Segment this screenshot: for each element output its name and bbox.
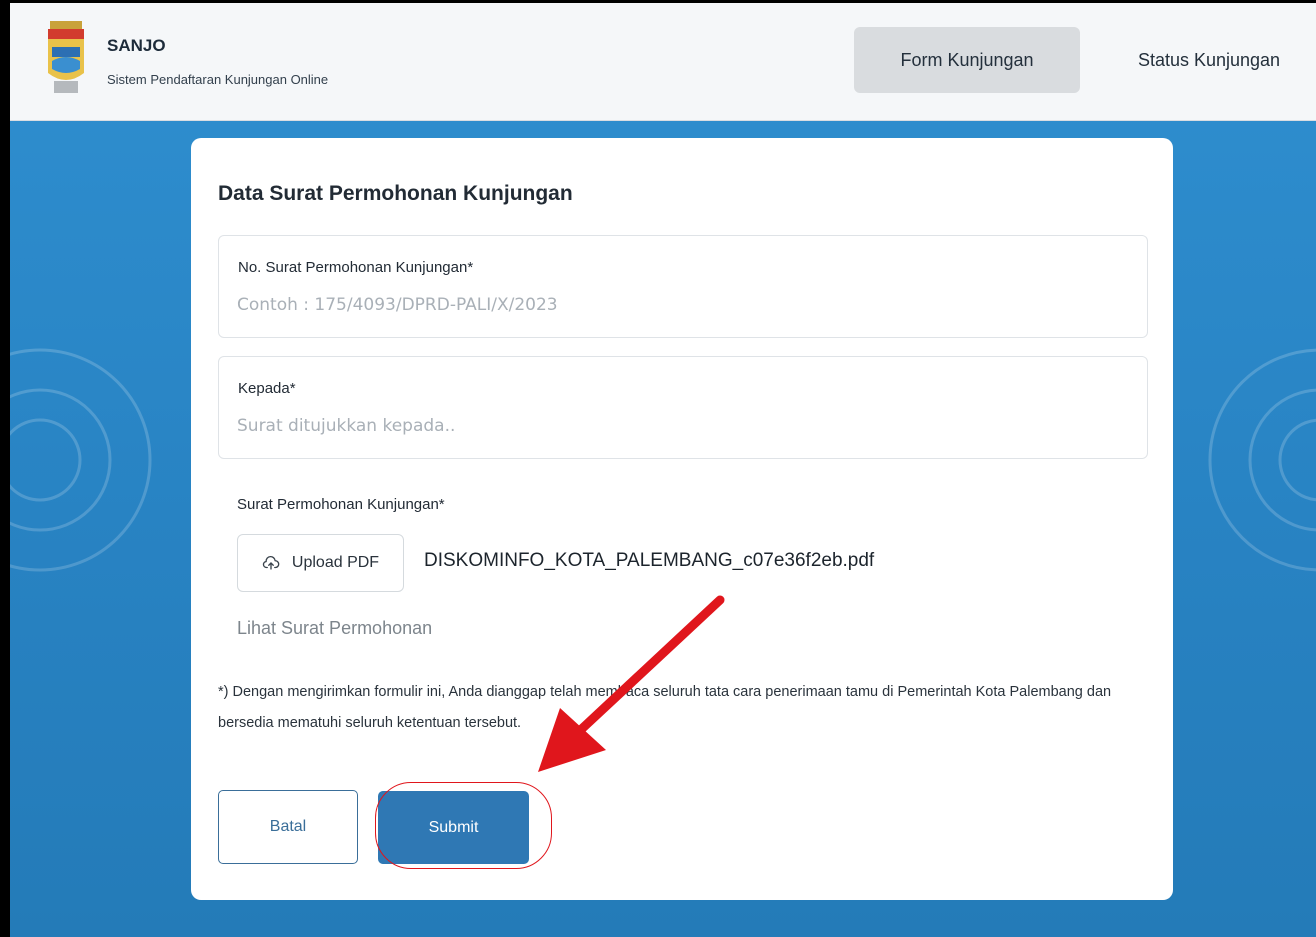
submit-button[interactable]: Submit bbox=[378, 791, 529, 864]
city-emblem-logo bbox=[44, 17, 88, 107]
kepada-input[interactable] bbox=[237, 411, 1117, 441]
upload-label: Surat Permohonan Kunjungan* bbox=[237, 496, 445, 513]
top-header: SANJO Sistem Pendaftaran Kunjungan Onlin… bbox=[10, 3, 1316, 121]
nav-form-kunjungan[interactable]: Form Kunjungan bbox=[854, 27, 1080, 93]
ornament-right bbox=[1208, 348, 1316, 572]
form-card: Data Surat Permohonan Kunjungan No. Sura… bbox=[191, 138, 1173, 900]
brand-title: SANJO bbox=[107, 36, 166, 55]
nav-status-kunjungan[interactable]: Status Kunjungan bbox=[1114, 27, 1304, 93]
no-surat-input[interactable] bbox=[237, 290, 1117, 320]
cancel-button[interactable]: Batal bbox=[218, 790, 358, 864]
upload-pdf-label: Upload PDF bbox=[291, 554, 380, 571]
cloud-upload-icon bbox=[262, 555, 280, 570]
ornament-left bbox=[0, 348, 152, 572]
kepada-field: Kepada* bbox=[218, 356, 1148, 459]
form-title: Data Surat Permohonan Kunjungan bbox=[218, 182, 573, 205]
kepada-label: Kepada* bbox=[238, 380, 296, 397]
disclaimer-text: *) Dengan mengirimkan formulir ini, Anda… bbox=[218, 684, 1112, 731]
no-surat-label: No. Surat Permohonan Kunjungan* bbox=[238, 259, 474, 276]
uploaded-file-name: DISKOMINFO_KOTA_PALEMBANG_c07e36f2eb.pdf bbox=[424, 550, 875, 571]
upload-pdf-button[interactable]: Upload PDF bbox=[237, 534, 404, 592]
brand-subtitle: Sistem Pendaftaran Kunjungan Online bbox=[107, 72, 329, 87]
no-surat-field: No. Surat Permohonan Kunjungan* bbox=[218, 235, 1148, 338]
view-letter-link[interactable]: Lihat Surat Permohonan bbox=[237, 618, 432, 639]
